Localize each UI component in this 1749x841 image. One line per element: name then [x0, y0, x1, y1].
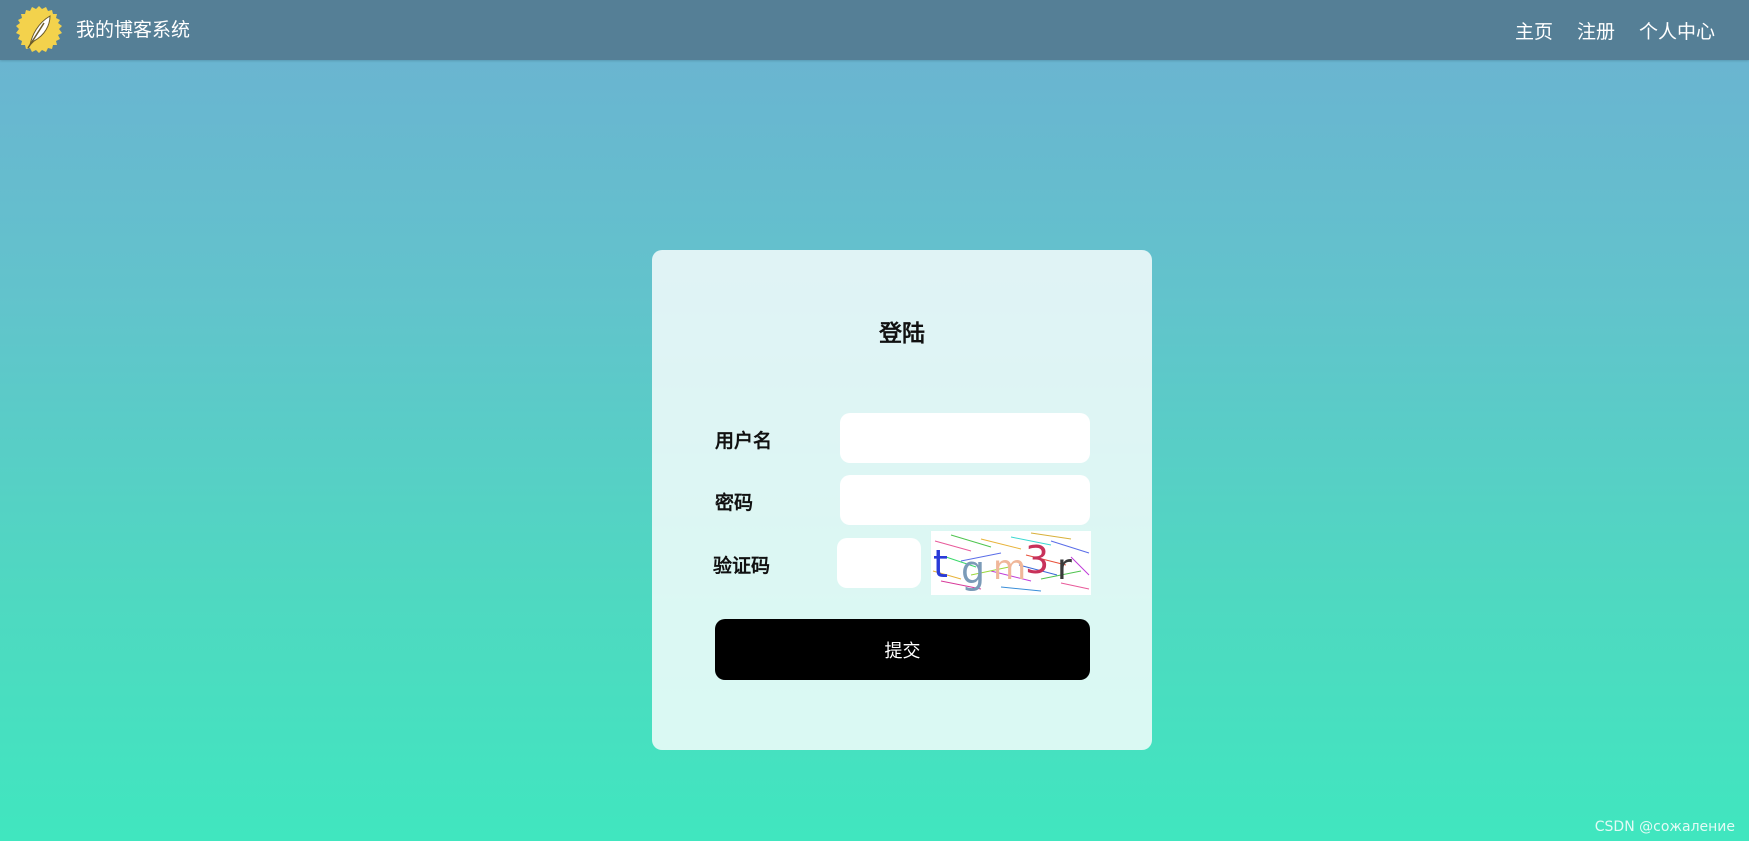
nav-link-home[interactable]: 主页 [1515, 17, 1553, 44]
captcha-image[interactable]: t g m 3 r [931, 531, 1091, 595]
captcha-char-5: r [1057, 547, 1072, 588]
nav-links: 主页 注册 个人中心 [1491, 0, 1715, 60]
top-navbar: 我的博客系统 主页 注册 个人中心 [0, 0, 1749, 60]
feather-logo-icon[interactable] [14, 5, 64, 55]
submit-button[interactable]: 提交 [715, 619, 1090, 680]
captcha-char-2: g [961, 548, 985, 592]
nav-link-register[interactable]: 注册 [1577, 17, 1615, 44]
csdn-watermark: CSDN @сожаление [1594, 819, 1735, 835]
login-card: 登陆 用户名 密码 验证码 t g m 3 r 提交 [652, 250, 1152, 750]
username-input[interactable] [840, 413, 1090, 463]
captcha-char-1: t [933, 542, 948, 586]
captcha-char-4: 3 [1025, 538, 1049, 582]
password-label: 密码 [715, 492, 754, 514]
captcha-input[interactable] [837, 538, 921, 588]
site-title: 我的博客系统 [76, 19, 191, 41]
captcha-label: 验证码 [713, 555, 771, 577]
username-label: 用户名 [715, 430, 773, 452]
nav-link-profile[interactable]: 个人中心 [1639, 17, 1715, 44]
login-title: 登陆 [879, 321, 925, 347]
captcha-char-3: m [993, 548, 1026, 588]
password-input[interactable] [840, 475, 1090, 525]
